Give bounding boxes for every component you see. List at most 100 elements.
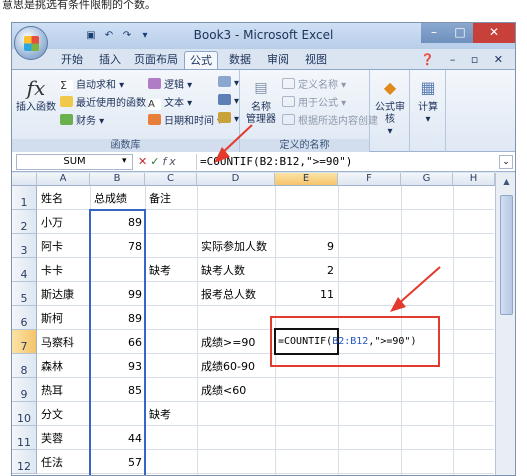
calculation-group: ▦ 计算 ▾ [410, 70, 446, 153]
cell-a9[interactable]: 热耳 [41, 384, 63, 397]
calculate-label: 计算 [418, 102, 438, 113]
define-name-icon [282, 78, 295, 89]
minimize-button[interactable]: – [421, 23, 447, 43]
select-all-corner[interactable] [12, 173, 37, 186]
tab-insert[interactable]: 插入 [94, 51, 126, 69]
cell-a8[interactable]: 森林 [41, 360, 63, 373]
tab-data[interactable]: 数据 [224, 51, 256, 69]
expand-formula-bar-icon[interactable]: ⌄ [499, 155, 513, 169]
formula-auditing-button[interactable]: ◆ 公式审核 ▾ [372, 76, 408, 138]
cell-a1[interactable]: 姓名 [41, 192, 63, 205]
gridline [453, 186, 454, 475]
scroll-up-icon[interactable]: ▲ [500, 176, 513, 188]
cell-d4[interactable]: 缺考人数 [201, 264, 245, 277]
col-header-a[interactable]: A [37, 173, 90, 186]
cell-d7[interactable]: 成绩>=90 [201, 336, 255, 349]
name-manager-label-2: 管理器 [246, 114, 276, 125]
annotation-box [270, 316, 440, 367]
maximize-button[interactable]: □ [447, 23, 473, 43]
cell-d5[interactable]: 报考总人数 [201, 288, 256, 301]
office-logo-icon [24, 36, 39, 51]
fx-small-icon[interactable]: fx [162, 155, 178, 168]
cell-d8[interactable]: 成绩60-90 [201, 360, 255, 373]
calendar-icon [148, 114, 161, 125]
col-header-g[interactable]: G [401, 173, 453, 186]
col-header-c[interactable]: C [145, 173, 197, 186]
col-header-h[interactable]: H [453, 173, 495, 186]
row-header-9[interactable]: 9 [12, 378, 37, 402]
logic-label: 逻辑 [164, 80, 184, 91]
text-button[interactable]: A 文本 ▾ [148, 94, 192, 110]
financial-button[interactable]: 财务 ▾ [60, 112, 104, 127]
cell-c4[interactable]: 缺考 [149, 264, 171, 277]
tab-formulas[interactable]: 公式 [184, 51, 218, 69]
row-header-3[interactable]: 3 [12, 234, 37, 258]
cell-a11[interactable]: 芙蓉 [41, 432, 63, 445]
office-button[interactable] [14, 26, 48, 60]
cell-a7[interactable]: 马察科 [41, 336, 74, 349]
close-button[interactable]: ✕ [473, 23, 515, 43]
cell-e3[interactable]: 9 [278, 240, 334, 253]
row-header-7[interactable]: 7 [12, 330, 37, 354]
name-manager-button[interactable]: ▤ 名称 管理器 [244, 76, 278, 126]
more-functions-button[interactable]: ▾ [218, 112, 239, 125]
help-icon[interactable]: ❓ – ▫ ✕ [421, 53, 509, 66]
create-from-selection-button[interactable]: 根据所选内容创建 [282, 112, 378, 127]
cell-c10[interactable]: 缺考 [149, 408, 171, 421]
cell-a10[interactable]: 分文 [41, 408, 63, 421]
sigma-icon: Σ [60, 80, 73, 91]
lookup-icon [218, 76, 231, 87]
tab-view[interactable]: 视图 [300, 51, 332, 69]
cell-a2[interactable]: 小万 [41, 216, 63, 229]
cell-d9[interactable]: 成绩<60 [201, 384, 246, 397]
tab-home[interactable]: 开始 [56, 51, 88, 69]
formula-bar-buttons: ✕✓fx [138, 154, 179, 169]
cell-e5[interactable]: 11 [278, 288, 334, 301]
cancel-icon[interactable]: ✕ [138, 155, 150, 168]
row-header-12[interactable]: 12 [12, 450, 37, 474]
defined-names-label: 定义的名称 [240, 139, 369, 153]
row-header-2[interactable]: 2 [12, 210, 37, 234]
cell-b1[interactable]: 总成绩 [94, 192, 127, 205]
cell-a5[interactable]: 斯达康 [41, 288, 74, 301]
cell-a3[interactable]: 阿卡 [41, 240, 63, 253]
cell-a12[interactable]: 任法 [41, 456, 63, 469]
insert-function-button[interactable]: fx 插入函数 [16, 76, 56, 114]
datetime-label: 日期和时间 [164, 116, 214, 127]
define-name-button[interactable]: 定义名称 ▾ [282, 76, 346, 91]
row-header-11[interactable]: 11 [12, 426, 37, 450]
cell-a4[interactable]: 卡卡 [41, 264, 63, 277]
row-header-4[interactable]: 4 [12, 258, 37, 282]
recent-functions-button[interactable]: 最近使用的函数 ▾ [60, 94, 154, 109]
cell-a6[interactable]: 斯柯 [41, 312, 63, 325]
datetime-button[interactable]: 日期和时间 ▾ [148, 112, 222, 127]
enter-icon[interactable]: ✓ [150, 155, 162, 168]
star-icon [60, 96, 73, 107]
cell-c1[interactable]: 备注 [149, 192, 171, 205]
tab-page-layout[interactable]: 页面布局 [132, 51, 180, 69]
cell-d3[interactable]: 实际参加人数 [201, 240, 267, 253]
row-header-5[interactable]: 5 [12, 282, 37, 306]
tab-review[interactable]: 审阅 [262, 51, 294, 69]
name-box-dropdown-icon[interactable]: ▾ [122, 154, 127, 168]
col-header-b[interactable]: B [90, 173, 145, 186]
vertical-scrollbar[interactable]: ▲ [495, 173, 515, 475]
autosum-button[interactable]: Σ 自动求和 ▾ [60, 76, 124, 91]
logical-button[interactable]: 逻辑 ▾ [148, 76, 192, 91]
row-header-10[interactable]: 10 [12, 402, 37, 426]
cell-e4[interactable]: 2 [278, 264, 334, 277]
calculate-button[interactable]: ▦ 计算 ▾ [412, 76, 444, 126]
row-header-1[interactable]: 1 [12, 186, 37, 210]
math-button[interactable]: ▾ [218, 94, 239, 107]
scroll-thumb[interactable] [500, 195, 513, 315]
col-header-f[interactable]: F [338, 173, 401, 186]
col-header-e[interactable]: E [275, 173, 338, 186]
worksheet-grid[interactable]: A B C D E F G H 1 2 3 4 5 6 7 8 9 10 11 … [12, 173, 515, 475]
name-box[interactable]: SUM [16, 154, 133, 170]
formula-input[interactable]: =COUNTIF(B2:B12,">=90") [196, 154, 495, 170]
row-header-8[interactable]: 8 [12, 354, 37, 378]
use-in-formula-button[interactable]: 用于公式 ▾ [282, 94, 346, 109]
row-header-6[interactable]: 6 [12, 306, 37, 330]
col-header-d[interactable]: D [197, 173, 275, 186]
lookup-button[interactable]: ▾ [218, 76, 239, 89]
